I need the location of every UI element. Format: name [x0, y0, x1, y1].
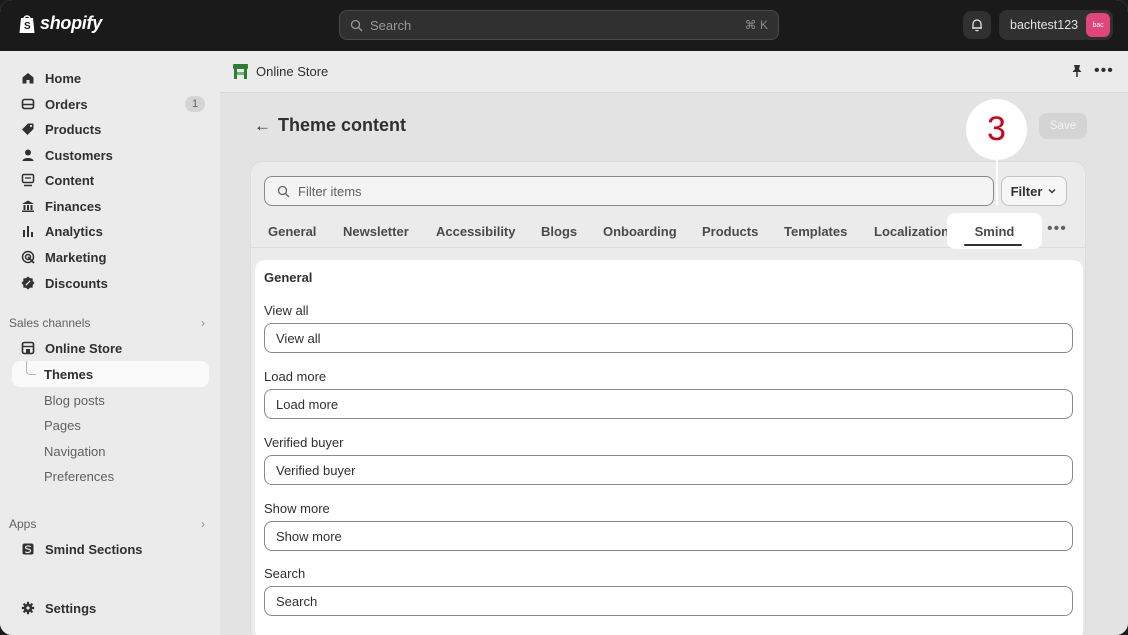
search-icon: [350, 19, 363, 31]
filter-input[interactable]: Filter items: [264, 176, 994, 206]
show-more-input[interactable]: [264, 521, 1073, 551]
home-icon: [22, 73, 34, 84]
tag-icon: [22, 123, 34, 135]
search-placeholder: Search: [370, 17, 412, 33]
sidebar: Home Orders 1 Products Customers Content…: [0, 51, 220, 635]
account-menu[interactable]: bachtest123 bac: [999, 10, 1113, 40]
shopify-bag-icon: S: [19, 15, 35, 33]
search-bar[interactable]: Search ⌘ K: [339, 10, 779, 40]
more-actions-icon[interactable]: •••: [1094, 62, 1114, 80]
chevron-right-icon: ›: [201, 517, 205, 531]
filter-button[interactable]: Filter: [1001, 176, 1067, 206]
orders-icon: [21, 98, 35, 110]
bank-icon: [22, 200, 34, 212]
page-title: Theme content: [278, 115, 407, 135]
tab-localization[interactable]: Localization: [874, 214, 949, 248]
tab-newsletter[interactable]: Newsletter: [343, 214, 409, 248]
field-label-show-more: Show more: [264, 501, 330, 516]
tab-smind[interactable]: Smind: [947, 213, 1042, 249]
filter-placeholder: Filter items: [298, 183, 362, 199]
view-all-input[interactable]: [264, 323, 1073, 353]
section-title: General: [264, 270, 313, 285]
tab-onboarding[interactable]: Onboarding: [603, 214, 677, 248]
more-tabs-icon[interactable]: •••: [1047, 220, 1067, 238]
sidebar-item-home[interactable]: Home: [12, 65, 209, 91]
back-arrow-icon[interactable]: ←: [254, 116, 271, 136]
app-window: S shopify Search ⌘ K bachtest123 bac Hom…: [0, 0, 1128, 635]
search-field-input[interactable]: [264, 586, 1073, 616]
load-more-input[interactable]: [264, 389, 1073, 419]
account-name: bachtest123: [1010, 18, 1079, 32]
step-number-callout: 3: [966, 99, 1027, 160]
tab-templates[interactable]: Templates: [784, 214, 847, 248]
tab-blogs[interactable]: Blogs: [541, 214, 577, 248]
bell-icon: [972, 19, 982, 32]
sidebar-item-pages[interactable]: Pages: [44, 415, 81, 435]
chevron-down-icon: [1048, 189, 1056, 194]
target-icon: [21, 250, 35, 264]
sidebar-item-preferences[interactable]: Preferences: [44, 466, 114, 486]
orders-count-badge: 1: [185, 96, 205, 112]
field-label-search: Search: [264, 566, 306, 581]
field-label-load-more: Load more: [264, 369, 327, 384]
avatar: bac: [1086, 13, 1111, 37]
sidebar-item-smind-sections[interactable]: Smind Sections: [12, 536, 209, 562]
svg-text:S: S: [24, 21, 31, 32]
top-bar: S shopify Search ⌘ K bachtest123 bac: [0, 0, 1128, 51]
sidebar-item-finances[interactable]: Finances: [12, 193, 209, 219]
logo-text: shopify: [40, 13, 102, 33]
content-icon: [21, 173, 35, 187]
notifications-button[interactable]: [963, 11, 991, 39]
app-header: Online Store •••: [220, 51, 1128, 93]
pin-icon[interactable]: [1070, 64, 1084, 78]
sidebar-item-discounts[interactable]: Discounts: [12, 270, 209, 296]
sidebar-item-content[interactable]: Content: [12, 167, 209, 193]
sidebar-item-blog-posts[interactable]: Blog posts: [44, 390, 105, 410]
sidebar-item-analytics[interactable]: Analytics: [12, 218, 209, 244]
app-icon: [22, 543, 34, 555]
field-label-verified-buyer: Verified buyer: [264, 435, 344, 450]
sidebar-item-navigation[interactable]: Navigation: [44, 441, 105, 461]
shopify-logo[interactable]: S shopify: [18, 13, 102, 34]
active-tab-indicator: [964, 244, 1022, 246]
search-icon: [277, 185, 290, 197]
tab-general[interactable]: General: [268, 214, 316, 248]
person-icon: [22, 149, 34, 161]
sidebar-item-marketing[interactable]: Marketing: [12, 244, 209, 270]
gear-icon: [21, 601, 35, 615]
sidebar-item-settings[interactable]: Settings: [12, 595, 209, 621]
tab-products[interactable]: Products: [702, 214, 758, 248]
tree-connector: [26, 361, 36, 375]
theme-content-card: Filter items Filter General Newsletter A…: [250, 161, 1086, 635]
apps-section[interactable]: Apps ›: [9, 517, 205, 531]
field-label-view-all: View all: [264, 303, 309, 318]
settings-panel: General View all Load more Verified buye…: [255, 260, 1083, 635]
search-shortcut: ⌘ K: [744, 18, 768, 32]
storefront-icon: [21, 341, 35, 355]
chevron-right-icon: ›: [201, 316, 205, 330]
sales-channels-section[interactable]: Sales channels ›: [9, 316, 205, 330]
store-title: Online Store: [256, 64, 329, 79]
discount-icon: [21, 276, 35, 290]
sidebar-item-themes[interactable]: Themes: [12, 361, 209, 387]
sidebar-item-customers[interactable]: Customers: [12, 142, 209, 168]
bar-chart-icon: [23, 226, 33, 237]
verified-buyer-input[interactable]: [264, 455, 1073, 485]
sidebar-item-products[interactable]: Products: [12, 116, 209, 142]
save-button[interactable]: Save: [1039, 113, 1087, 139]
callout-connector: [996, 155, 998, 205]
sidebar-item-online-store[interactable]: Online Store: [12, 335, 209, 361]
tab-bar: General Newsletter Accessibility Blogs O…: [251, 213, 1085, 249]
online-store-icon: [233, 64, 248, 79]
sidebar-item-orders[interactable]: Orders 1: [12, 91, 209, 117]
tab-accessibility[interactable]: Accessibility: [436, 214, 516, 248]
